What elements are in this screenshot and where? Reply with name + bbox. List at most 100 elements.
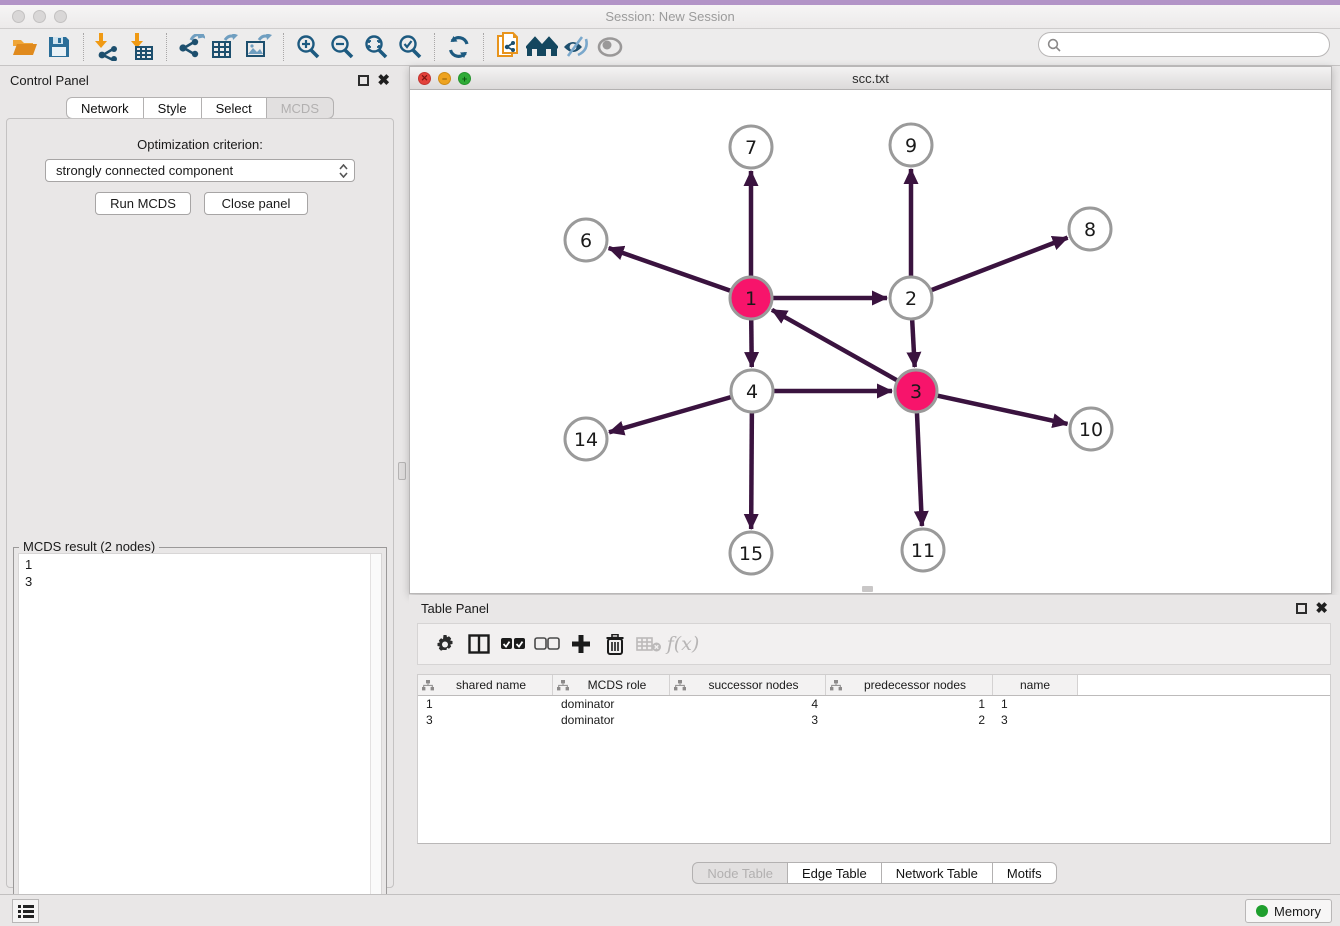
cell-mcds-role-row1[interactable]: dominator [553,697,670,711]
tab-motifs[interactable]: Motifs [993,862,1057,884]
column-header-shared-name[interactable]: shared name [418,675,553,695]
cell-predecessor-nodes-row1[interactable]: 1 [826,697,993,711]
memory-label: Memory [1274,904,1321,919]
maximize-window-icon[interactable] [54,10,67,23]
cell-shared-name-row2[interactable]: 3 [418,713,553,727]
panel-divider-handle[interactable] [398,462,406,480]
cell-name-row2[interactable]: 3 [993,713,1078,727]
tab-node-table[interactable]: Node Table [692,862,788,884]
cell-name-row1[interactable]: 1 [993,697,1078,711]
show-graphics-details-icon[interactable] [593,31,627,63]
mcds-result-textarea[interactable]: 13 [18,553,382,922]
open-session-icon[interactable] [8,31,42,63]
import-network-icon[interactable] [91,31,125,63]
table-row-3[interactable]: 3dominator323 [418,712,1330,728]
float-panel-icon[interactable] [358,75,369,86]
edge-4-14[interactable] [609,396,735,432]
refresh-view-icon[interactable] [442,31,476,63]
node-10[interactable]: 10 [1070,408,1112,450]
edge-3-11[interactable] [917,409,922,526]
table-row-1[interactable]: 1dominator411 [418,696,1330,712]
close-panel-button[interactable]: Close panel [204,192,308,215]
network-home-icon[interactable] [525,31,559,63]
node-label: 8 [1084,219,1096,241]
clone-network-icon[interactable] [491,31,525,63]
edge-2-3[interactable] [912,316,915,367]
zoom-selected-icon[interactable] [393,31,427,63]
window-controls-inactive[interactable] [12,10,67,23]
column-header-mcds-role[interactable]: MCDS role [553,675,670,695]
status-bar: Memory [0,894,1340,926]
tab-style[interactable]: Style [144,97,202,119]
export-table-icon[interactable] [208,31,242,63]
export-image-icon[interactable] [242,31,276,63]
import-table-icon[interactable] [125,31,159,63]
zoom-in-icon[interactable] [291,31,325,63]
node-11[interactable]: 11 [902,529,944,571]
table-settings-gear-icon[interactable] [430,629,460,659]
node-8[interactable]: 8 [1069,208,1111,250]
node-15[interactable]: 15 [730,532,772,574]
run-mcds-button[interactable]: Run MCDS [95,192,191,215]
tab-network-table[interactable]: Network Table [882,862,993,884]
node-3[interactable]: 3 [895,370,937,412]
network-maximize-icon[interactable]: + [458,72,471,85]
zoom-fit-icon[interactable] [359,31,393,63]
canvas-scroll-thumb[interactable] [862,586,873,592]
tab-mcds[interactable]: MCDS [267,97,334,119]
edge-4-15[interactable] [751,409,752,529]
edge-1-6[interactable] [609,248,734,292]
save-session-icon[interactable] [42,31,76,63]
column-header-name[interactable]: name [993,675,1078,695]
edge-3-10[interactable] [934,395,1068,424]
deselect-all-columns-icon[interactable] [532,629,562,659]
result-scrollbar[interactable] [370,554,381,921]
close-panel-icon[interactable]: ✖ [377,75,390,86]
select-all-columns-icon[interactable] [498,629,528,659]
tab-network[interactable]: Network [66,97,144,119]
memory-button[interactable]: Memory [1245,899,1332,923]
node-9[interactable]: 9 [890,124,932,166]
node-2[interactable]: 2 [890,277,932,319]
split-columns-icon[interactable] [464,629,494,659]
close-table-panel-icon[interactable]: ✖ [1315,603,1328,614]
hide-graphics-details-icon[interactable] [559,31,593,63]
column-header-predecessor-nodes[interactable]: predecessor nodes [826,675,993,695]
export-network-icon[interactable] [174,31,208,63]
network-window-titlebar[interactable]: ✕ − + scc.txt [410,67,1331,90]
node-7[interactable]: 7 [730,126,772,168]
float-table-panel-icon[interactable] [1296,603,1307,614]
node-label: 15 [739,543,763,565]
search-input[interactable] [1066,37,1321,52]
network-minimize-icon[interactable]: − [438,72,451,85]
network-close-icon[interactable]: ✕ [418,72,431,85]
edge-3-1[interactable] [772,310,900,382]
column-header-successor-nodes[interactable]: successor nodes [670,675,826,695]
edge-1-4[interactable] [751,316,752,367]
control-panel: Control Panel ✖ NetworkStyleSelectMCDS O… [0,66,400,894]
mcds-result-title: MCDS result (2 nodes) [19,539,159,554]
add-column-icon[interactable] [566,629,596,659]
cell-shared-name-row1[interactable]: 1 [418,697,553,711]
tab-edge-table[interactable]: Edge Table [788,862,882,884]
node-4[interactable]: 4 [731,370,773,412]
cell-predecessor-nodes-row2[interactable]: 2 [826,713,993,727]
close-window-icon[interactable] [12,10,25,23]
tab-select[interactable]: Select [202,97,267,119]
edge-2-8[interactable] [928,238,1068,292]
network-canvas[interactable]: 7 9 6 8 1 2 4 3 14 10 15 11 [410,90,1331,593]
cell-successor-nodes-row2[interactable]: 3 [670,713,826,727]
node-label: 9 [905,135,917,157]
optimization-criterion-select[interactable]: strongly connected component [45,159,355,182]
column-hierarchy-icon [557,680,569,691]
node-1[interactable]: 1 [730,277,772,319]
minimize-window-icon[interactable] [33,10,46,23]
delete-column-trash-icon[interactable] [600,629,630,659]
cell-mcds-role-row2[interactable]: dominator [553,713,670,727]
cell-successor-nodes-row1[interactable]: 4 [670,697,826,711]
node-14[interactable]: 14 [565,418,607,460]
task-history-button[interactable] [12,899,39,923]
zoom-out-icon[interactable] [325,31,359,63]
node-6[interactable]: 6 [565,219,607,261]
memory-status-icon [1256,905,1268,917]
